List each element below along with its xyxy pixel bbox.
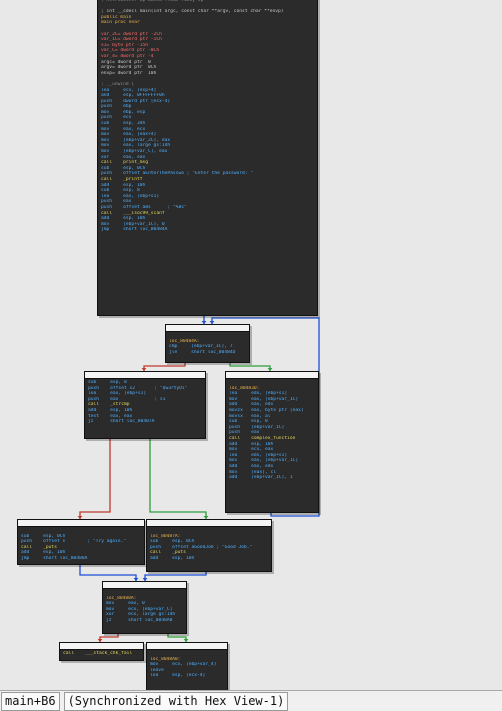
block-header — [103, 582, 186, 589]
good-job-basic-block[interactable]: loc_80487A: sub esp, 0Ch push offset aGood… — [146, 519, 272, 572]
block-code: loc_80483D: lea edx, [ebp+s1] mov eax, [eb… — [226, 379, 318, 481]
asm-line[interactable]: jz short loc_80487A — [88, 419, 202, 425]
asm-line[interactable]: jmp short loc_80488A — [21, 556, 141, 562]
block-code: sub esp, 8 push offset s2 ; "Qw3rtyUi" lea… — [85, 379, 205, 425]
block-code: loc_8048A0: mov ecx, [ebp+var_4] leave lea … — [147, 650, 227, 679]
loop-body-basic-block[interactable]: loc_80483D: lea edx, [ebp+s1] mov eax, [eb… — [225, 371, 319, 513]
asm-line[interactable]: lea esp, [ecx-4] — [150, 673, 224, 679]
try-again-basic-block[interactable]: sub esp, 0Ch push offset s ; "Try again."… — [17, 519, 145, 565]
block-header — [147, 520, 271, 527]
graph-view-canvas[interactable]: ; Attributes: bp-based frame fuzzy-sp; i… — [0, 0, 502, 690]
block-header — [166, 325, 249, 332]
block-code: loc_80488A: mov eax, 0 mov ecx, [ebp+var_C… — [103, 589, 186, 624]
strcmp-basic-block[interactable]: sub esp, 8 push offset s2 ; "Qw3rtyUi" lea… — [84, 371, 206, 439]
stack-fail-basic-block[interactable]: call ___stack_chk_fail — [59, 642, 144, 661]
asm-line[interactable]: add esp, 10h — [150, 556, 268, 562]
block-header — [18, 520, 144, 527]
sync-status: (Synchronized with Hex View-1) — [63, 691, 289, 711]
status-bar: main+B6 (Synchronized with Hex View-1) — [0, 690, 502, 711]
block-code: sub esp, 0Ch push offset s ; "Try again."… — [18, 527, 144, 562]
asm-line[interactable]: call ___stack_chk_fail — [63, 651, 140, 657]
block-header — [85, 372, 205, 379]
asm-line[interactable]: push offset s ; "Try again." — [21, 539, 141, 545]
block-header — [226, 372, 318, 379]
asm-line[interactable]: mov ecx, [ebp+var_4] — [150, 662, 224, 668]
block-code: loc_80484A: cmp [ebp+var_1C], 7 jle short … — [166, 332, 249, 355]
block-header — [147, 643, 227, 650]
asm-line[interactable]: ; int __cdecl main(int argc, const char … — [101, 9, 314, 15]
asm-line[interactable]: jle short loc_80484D — [169, 350, 246, 356]
asm-line[interactable]: add [ebp+var_1C], 1 — [229, 475, 315, 481]
block-code: loc_80487A: sub esp, 0Ch push offset aGood… — [147, 527, 271, 562]
asm-line[interactable]: jmp short loc_80484A — [101, 227, 314, 233]
block-code: ; Attributes: bp-based frame fuzzy-sp; i… — [98, 0, 317, 233]
asm-line[interactable]: jz short loc_8048A0 — [106, 618, 183, 624]
edge-tryagain-exit — [79, 563, 137, 581]
exit-check-basic-block[interactable]: loc_80488A: mov eax, 0 mov ecx, [ebp+var_C… — [102, 581, 187, 634]
loop-head-basic-block[interactable]: loc_80484A: cmp [ebp+var_1C], 7 jle short … — [165, 324, 250, 363]
edge-strcmp-true — [149, 437, 207, 519]
block-header — [60, 643, 143, 650]
current-location: main+B6 — [1, 691, 60, 711]
epilogue-basic-block[interactable]: loc_8048A0: mov ecx, [ebp+var_4] leave lea … — [146, 642, 228, 690]
edge-strcmp-false — [79, 437, 111, 519]
block-code: call ___stack_chk_fail — [60, 650, 143, 657]
asm-line[interactable]: movzx eax, byte ptr [eax] — [229, 408, 315, 414]
entry-basic-block[interactable]: ; Attributes: bp-based frame fuzzy-sp; i… — [97, 0, 318, 316]
